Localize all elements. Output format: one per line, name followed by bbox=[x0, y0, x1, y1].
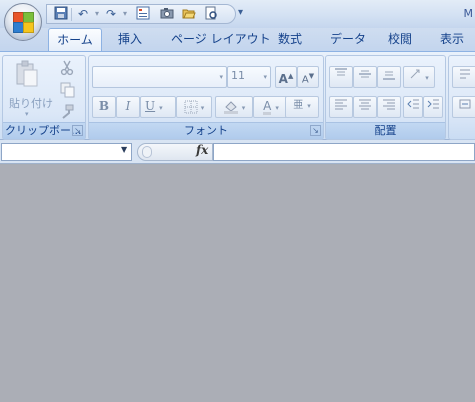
formula-bar-resize-handle[interactable] bbox=[142, 146, 152, 158]
borders-button[interactable]: ▾ bbox=[176, 96, 212, 118]
align-center-icon bbox=[359, 99, 371, 110]
ribbon-tab-row: ホーム 挿入 ページ レイアウト 数式 データ 校閲 表示 bbox=[0, 28, 475, 53]
ribbon: 貼り付け ▾ クリップボー... ↘ ▾ 11 ▾ A▲ A▼ B I U ▾ ▾ bbox=[0, 51, 475, 140]
save-icon[interactable] bbox=[53, 6, 69, 22]
formula-bar: ▼ fx bbox=[0, 140, 475, 164]
alignment-group-label: 配置 bbox=[326, 122, 445, 139]
quick-access-toolbar: ↶ ▾ ↷ ▾ bbox=[46, 4, 236, 24]
print-preview-icon[interactable] bbox=[203, 6, 219, 22]
clipboard-launcher-icon[interactable]: ↘ bbox=[72, 125, 83, 136]
workbook-area bbox=[0, 165, 475, 402]
fill-color-button[interactable]: ▾ bbox=[215, 96, 253, 118]
tab-home[interactable]: ホーム bbox=[48, 28, 102, 53]
name-box-dropdown-icon[interactable]: ▼ bbox=[121, 145, 127, 154]
bold-button[interactable]: B bbox=[92, 96, 116, 118]
orientation-button[interactable]: ▾ bbox=[403, 66, 435, 88]
number-group-partial bbox=[448, 55, 475, 140]
tab-review[interactable]: 校閲 bbox=[388, 28, 412, 51]
font-group: ▾ 11 ▾ A▲ A▼ B I U ▾ ▾ ▾ A ▾ 亜 ▾ フォント ↘ bbox=[88, 55, 324, 140]
align-top-icon bbox=[335, 68, 347, 76]
chevron-down-icon: ▾ bbox=[200, 104, 205, 112]
insert-function-button[interactable]: fx bbox=[196, 143, 208, 157]
underline-label: U bbox=[145, 99, 156, 113]
paste-button-label[interactable]: 貼り付け bbox=[9, 95, 53, 111]
alignment-group: ▾ 配置 bbox=[325, 55, 446, 140]
paste-icon[interactable] bbox=[15, 60, 39, 88]
font-group-label: フォント bbox=[89, 122, 323, 139]
chevron-down-icon: ▾ bbox=[159, 104, 163, 112]
paste-dropdown-icon[interactable]: ▾ bbox=[25, 110, 29, 118]
chevron-down-icon: ▾ bbox=[241, 104, 246, 112]
phonetic-label: 亜 bbox=[293, 100, 304, 111]
chevron-down-icon: ▾ bbox=[307, 102, 311, 110]
align-middle-button[interactable] bbox=[353, 66, 377, 88]
chevron-down-icon: ▾ bbox=[263, 73, 267, 81]
shrink-font-label: A bbox=[301, 74, 309, 86]
font-size-value: 11 bbox=[231, 69, 245, 82]
align-center-button[interactable] bbox=[353, 96, 377, 118]
align-bottom-icon bbox=[383, 71, 395, 80]
align-left-button[interactable] bbox=[329, 96, 353, 118]
increase-indent-icon bbox=[427, 99, 439, 109]
underline-button[interactable]: U ▾ bbox=[140, 96, 176, 118]
italic-button[interactable]: I bbox=[116, 96, 140, 118]
wrap-text-button[interactable] bbox=[452, 66, 475, 88]
tab-formulas[interactable]: 数式 bbox=[278, 28, 302, 51]
font-launcher-icon[interactable]: ↘ bbox=[310, 125, 321, 136]
cut-icon[interactable] bbox=[59, 60, 75, 76]
tab-page-layout[interactable]: ページ レイアウト bbox=[171, 28, 271, 51]
window-title: M bbox=[463, 7, 474, 20]
orientation-icon bbox=[410, 69, 420, 79]
copy-icon[interactable] bbox=[59, 82, 75, 98]
font-name-select[interactable]: ▾ bbox=[92, 66, 227, 88]
chevron-down-icon: ▾ bbox=[425, 74, 429, 82]
align-top-button[interactable] bbox=[329, 66, 353, 88]
align-middle-icon bbox=[359, 70, 371, 78]
formula-input[interactable] bbox=[213, 143, 475, 161]
form-icon[interactable] bbox=[135, 6, 151, 22]
tab-view[interactable]: 表示 bbox=[440, 28, 464, 51]
name-box[interactable] bbox=[1, 143, 132, 161]
qat-separator bbox=[71, 8, 72, 21]
merge-center-icon bbox=[459, 99, 471, 109]
tab-insert[interactable]: 挿入 bbox=[118, 28, 142, 51]
align-right-icon bbox=[383, 99, 395, 110]
grow-font-button[interactable]: A▲ bbox=[275, 66, 297, 88]
redo-dropdown-icon[interactable]: ▾ bbox=[117, 6, 133, 22]
office-button[interactable] bbox=[4, 3, 42, 41]
chevron-down-icon: ▾ bbox=[219, 73, 223, 81]
decrease-indent-icon bbox=[407, 99, 419, 109]
clipboard-group: 貼り付け ▾ クリップボー... ↘ bbox=[2, 55, 86, 140]
camera-icon[interactable] bbox=[159, 6, 175, 22]
align-left-icon bbox=[335, 99, 347, 110]
open-icon[interactable] bbox=[181, 6, 197, 22]
increase-indent-button[interactable] bbox=[423, 96, 443, 118]
format-painter-icon[interactable] bbox=[59, 104, 75, 120]
title-bar: ↶ ▾ ↷ ▾ ▾ M bbox=[0, 0, 475, 28]
grow-font-label: A bbox=[278, 72, 288, 86]
shrink-font-button[interactable]: A▼ bbox=[297, 66, 319, 88]
wrap-text-icon bbox=[460, 69, 470, 79]
font-color-label: A bbox=[263, 99, 272, 115]
font-color-button[interactable]: A ▾ bbox=[253, 96, 289, 118]
chevron-down-icon: ▾ bbox=[275, 104, 279, 112]
align-right-button[interactable] bbox=[377, 96, 401, 118]
customize-qat-icon[interactable]: ▾ bbox=[238, 7, 243, 18]
tab-data[interactable]: データ bbox=[330, 28, 366, 51]
align-bottom-button[interactable] bbox=[377, 66, 401, 88]
fill-color-icon bbox=[223, 100, 238, 114]
decrease-indent-button[interactable] bbox=[403, 96, 423, 118]
office-logo-icon bbox=[13, 12, 34, 33]
merge-center-button[interactable] bbox=[452, 96, 475, 118]
phonetic-button[interactable]: 亜 ▾ bbox=[285, 96, 319, 118]
font-size-select[interactable]: 11 ▾ bbox=[227, 66, 271, 88]
borders-icon bbox=[184, 100, 198, 113]
